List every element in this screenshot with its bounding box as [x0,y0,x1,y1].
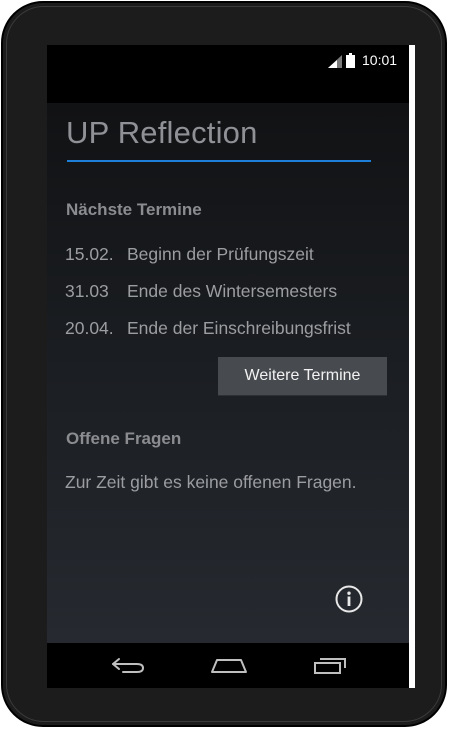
status-time: 10:01 [362,52,398,68]
list-item: 31.03 Ende des Wintersemesters [65,281,337,305]
device-frame: 10:01 UP Reflection Nächste Termine 15.0… [1,1,447,727]
title-underline [67,160,371,162]
term-date: 15.02. [65,244,114,264]
term-date: 20.04. [65,318,114,338]
more-dates-button[interactable]: Weitere Termine [218,357,387,395]
list-item: 20.04. Ende der Einschreibungsfrist [65,318,351,342]
signal-icon [328,55,342,68]
term-label: Ende des Wintersemesters [127,281,338,301]
empty-questions-text: Zur Zeit gibt es keine offenen Fragen. [65,472,357,492]
upcoming-heading: Nächste Termine [66,200,202,219]
scroll-edge [409,45,415,688]
recent-apps-icon[interactable] [310,653,350,677]
home-icon[interactable] [209,653,249,677]
term-label: Beginn der Prüfungszeit [127,244,314,264]
list-item: 15.02. Beginn der Prüfungszeit [65,244,314,268]
term-date: 31.03 [65,281,109,301]
back-icon[interactable] [109,653,149,677]
app-content: UP Reflection Nächste Termine 15.02. Begi… [47,103,409,643]
status-bar: 10:01 [47,45,409,75]
app-title: UP Reflection [66,115,258,150]
screen: 10:01 UP Reflection Nächste Termine 15.0… [47,45,409,688]
info-icon[interactable] [335,585,363,613]
questions-heading: Offene Fragen [66,429,182,448]
nav-bar [47,643,409,688]
term-label: Ende der Einschreibungsfrist [127,318,351,338]
battery-icon [346,53,355,68]
